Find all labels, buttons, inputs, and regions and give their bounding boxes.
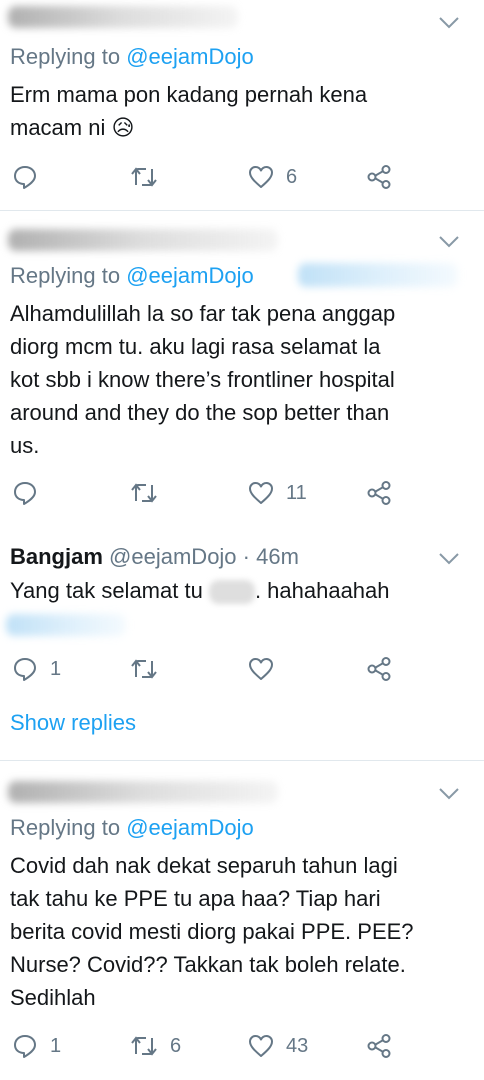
- blurred-mention: [208, 580, 255, 605]
- reply-icon: [14, 1035, 36, 1058]
- share-icon: [367, 1034, 391, 1058]
- author-name[interactable]: Bangjam: [10, 544, 103, 569]
- like-button[interactable]: [248, 654, 286, 684]
- replying-to: Replying to @eejamDojo: [10, 44, 254, 69]
- chevron-down-icon[interactable]: [438, 16, 460, 30]
- reply-handle-link[interactable]: @eejamDojo: [126, 263, 254, 288]
- tweet-text-line: us.: [10, 433, 40, 458]
- tweet-3[interactable]: Bangjam @eejamDojo · 46m Yang tak selama…: [0, 532, 484, 760]
- tweet-text: Alhamdulillah la so far tak pena anggap …: [10, 297, 395, 462]
- reply-icon: [14, 166, 36, 189]
- heart-icon: [249, 1035, 273, 1057]
- share-button[interactable]: [366, 478, 392, 508]
- blurred-author: [8, 229, 278, 251]
- reply-count: 1: [50, 657, 62, 680]
- tweet-text: Yang tak selamat tu . hahahaahah: [10, 578, 390, 605]
- like-button[interactable]: 11: [248, 478, 307, 508]
- tweet-text-line: tak tahu ke PPE tu apa haa? Tiap hari: [10, 886, 381, 911]
- tweet-text-line: Erm mama pon kadang pernah kena: [10, 82, 368, 107]
- tweet-text-line: kot sbb i know there’s frontliner hospit…: [10, 367, 395, 392]
- share-icon: [367, 165, 391, 189]
- tweet-actions: 6: [0, 162, 484, 192]
- retweet-button[interactable]: [130, 478, 170, 508]
- share-icon: [367, 657, 391, 681]
- like-count: 43: [286, 1034, 309, 1057]
- blurred-author: [8, 781, 278, 803]
- reply-handle-link[interactable]: @eejamDojo: [126, 815, 254, 840]
- like-count: 11: [286, 481, 307, 504]
- replying-to: Replying to @eejamDojo: [10, 815, 254, 840]
- chevron-down-icon[interactable]: [438, 787, 460, 801]
- tweet-text-line: Sedihlah: [10, 985, 96, 1010]
- replying-to: Replying to @eejamDojo: [10, 263, 254, 288]
- heart-icon: [249, 166, 273, 188]
- retweet-button[interactable]: 6: [130, 1031, 181, 1061]
- retweet-count: 6: [170, 1034, 182, 1057]
- tweet-2[interactable]: Replying to @eejamDojo Alhamdulillah la …: [0, 211, 484, 511]
- heart-icon: [249, 482, 273, 504]
- reply-button[interactable]: 1: [12, 1031, 61, 1061]
- reply-button[interactable]: 1: [12, 654, 61, 684]
- reply-icon: [14, 658, 36, 681]
- blurred-author: [8, 6, 238, 28]
- tweet-text-line: berita covid mesti diorg pakai PPE. PEE?: [10, 919, 414, 944]
- reply-button[interactable]: [12, 478, 50, 508]
- tweet-text-line: macam ni 😥: [10, 115, 135, 140]
- tweet-text: Covid dah nak dekat separuh tahun lagi t…: [10, 849, 414, 1014]
- like-button[interactable]: 6: [248, 162, 297, 192]
- tweet-actions: 1 6 43: [0, 1031, 484, 1061]
- tweet-text: Erm mama pon kadang pernah kena macam ni…: [10, 78, 367, 144]
- reply-count: 1: [50, 1034, 62, 1057]
- tweet-author: Bangjam @eejamDojo · 46m: [10, 544, 299, 570]
- tweet-text-line: around and they do the sop better than: [10, 400, 390, 425]
- chevron-down-icon[interactable]: [438, 552, 460, 566]
- like-count: 6: [286, 165, 298, 188]
- tweet-time: · 46m: [242, 544, 299, 569]
- share-button[interactable]: [366, 654, 392, 684]
- share-button[interactable]: [366, 162, 392, 192]
- tweet-text-line: Alhamdulillah la so far tak pena anggap: [10, 301, 396, 326]
- show-replies-link[interactable]: Show replies: [10, 710, 136, 736]
- retweet-button[interactable]: [130, 654, 170, 684]
- reply-button[interactable]: [12, 162, 50, 192]
- retweet-button[interactable]: [130, 162, 170, 192]
- like-button[interactable]: 43: [248, 1031, 308, 1061]
- chevron-down-icon[interactable]: [438, 235, 460, 249]
- reply-icon: [14, 482, 36, 505]
- share-icon: [367, 481, 391, 505]
- blurred-mention-line: [6, 614, 126, 636]
- author-handle[interactable]: @eejamDojo: [109, 544, 237, 569]
- tweet-text-line: Nurse? Covid?? Takkan tak boleh relate.: [10, 952, 406, 977]
- retweet-icon: [131, 659, 157, 679]
- blurred-handle: [298, 263, 458, 287]
- share-button[interactable]: [366, 1031, 392, 1061]
- tweet-text-line: diorg mcm tu. aku lagi rasa selamat la: [10, 334, 381, 359]
- tweet-4[interactable]: Replying to @eejamDojo Covid dah nak dek…: [0, 761, 484, 1080]
- tweet-actions: 11: [0, 478, 484, 508]
- retweet-icon: [131, 1036, 157, 1056]
- tweet-text-line: Covid dah nak dekat separuh tahun lagi: [10, 853, 398, 878]
- emoji: 😥: [111, 115, 135, 140]
- tweet-actions: 1: [0, 654, 484, 684]
- tweet-1[interactable]: Replying to @eejamDojo Erm mama pon kada…: [0, 0, 484, 210]
- reply-handle-link[interactable]: @eejamDojo: [126, 44, 254, 69]
- retweet-icon: [131, 483, 157, 503]
- heart-icon: [249, 658, 273, 680]
- retweet-icon: [131, 167, 157, 187]
